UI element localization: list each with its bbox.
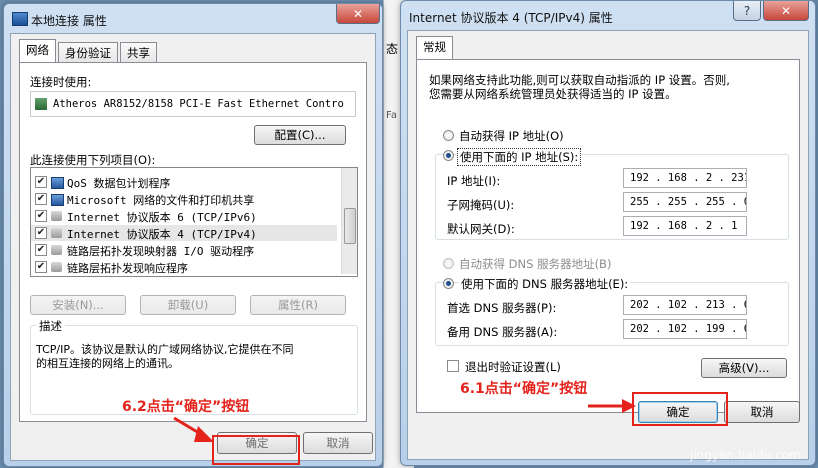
right-tab-strip: 常规 bbox=[416, 36, 455, 59]
tab-authentication[interactable]: 身份验证 bbox=[58, 42, 118, 62]
description-title: 描述 bbox=[36, 318, 65, 334]
network-component-icon bbox=[51, 194, 64, 206]
scrollbar-thumb[interactable] bbox=[344, 208, 356, 244]
item-checkbox[interactable]: ✔ bbox=[35, 244, 47, 256]
tab-general[interactable]: 常规 bbox=[416, 36, 453, 59]
network-tab-panel: 连接时使用: Atheros AR8152/8158 PCI-E Fast Et… bbox=[19, 62, 367, 422]
item-checkbox[interactable]: ✔ bbox=[35, 227, 47, 239]
install-button[interactable]: 安装(N)... bbox=[30, 295, 126, 315]
help-button[interactable]: ? bbox=[733, 1, 761, 21]
ip-address-input[interactable]: 192 . 168 . 2 . 231 bbox=[623, 168, 747, 188]
alternate-dns-label: 备用 DNS 服务器(A): bbox=[447, 325, 558, 339]
close-icon: ✕ bbox=[352, 6, 364, 21]
watermark: jingyan.baidu.com bbox=[690, 448, 801, 462]
use-ip-radio[interactable] bbox=[443, 150, 454, 161]
item-checkbox[interactable]: ✔ bbox=[35, 210, 47, 222]
arrow-icon bbox=[173, 416, 214, 442]
adapter-name-field: Atheros AR8152/8158 PCI-E Fast Ethernet … bbox=[30, 91, 356, 117]
item-checkbox[interactable]: ✔ bbox=[35, 261, 47, 273]
uninstall-button[interactable]: 卸载(U) bbox=[140, 295, 236, 315]
item-checkbox[interactable]: ✔ bbox=[35, 193, 47, 205]
left-cancel-button[interactable]: 取消 bbox=[303, 432, 373, 454]
right-cancel-button[interactable]: 取消 bbox=[724, 401, 800, 423]
help-icon: ? bbox=[743, 3, 751, 18]
validate-on-exit-label: 退出时验证设置(L) bbox=[465, 360, 561, 374]
properties-button[interactable]: 属性(R) bbox=[250, 295, 346, 315]
right-window-title: Internet 协议版本 4 (TCP/IPv4) 属性 bbox=[409, 11, 613, 25]
subnet-mask-label: 子网掩码(U): bbox=[447, 198, 515, 212]
tab-network[interactable]: 网络 bbox=[19, 39, 56, 62]
right-close-button[interactable]: ✕ bbox=[763, 1, 809, 21]
use-dns-radio[interactable] bbox=[443, 278, 454, 289]
use-dns-label: 使用下面的 DNS 服务器地址(E): bbox=[459, 276, 631, 292]
default-gateway-input[interactable]: 192 . 168 . 2 . 1 bbox=[623, 216, 747, 236]
network-icon bbox=[12, 12, 28, 26]
network-component-icon bbox=[51, 177, 64, 189]
item-checkbox[interactable]: ✔ bbox=[35, 176, 47, 188]
list-item-label: 链路层拓扑发现映射器 I/O 驱动程序 bbox=[67, 245, 255, 258]
configure-button[interactable]: 配置(C)... bbox=[254, 125, 346, 145]
use-ip-label: 使用下面的 IP 地址(S): bbox=[457, 148, 582, 166]
protocol-icon bbox=[51, 228, 62, 238]
list-item[interactable]: ✔ 链路层拓扑发现响应程序 bbox=[31, 259, 337, 275]
left-titlebar: 本地连接 属性 ✕ bbox=[4, 4, 382, 34]
list-item[interactable]: ✔ QoS 数据包计划程序 bbox=[31, 174, 337, 190]
left-tab-strip: 网络 身份验证 共享 bbox=[19, 39, 159, 62]
advanced-button[interactable]: 高级(V)... bbox=[701, 358, 787, 378]
left-window-title: 本地连接 属性 bbox=[31, 14, 107, 28]
tab-sharing[interactable]: 共享 bbox=[120, 42, 157, 62]
auto-dns-label: 自动获得 DNS 服务器地址(B) bbox=[459, 257, 612, 271]
intro-line-2: 您需要从网络系统管理员处获得适当的 IP 设置。 bbox=[429, 87, 677, 101]
adapter-name: Atheros AR8152/8158 PCI-E Fast Ethernet … bbox=[53, 98, 344, 110]
validate-on-exit-checkbox[interactable] bbox=[447, 360, 459, 372]
close-icon: ✕ bbox=[780, 3, 792, 18]
alternate-dns-input[interactable]: 202 . 102 . 199 . 68 bbox=[623, 319, 747, 339]
preferred-dns-input[interactable]: 202 . 102 . 213 . 68 bbox=[623, 295, 747, 315]
items-label: 此连接使用下列项目(O): bbox=[30, 153, 156, 167]
auto-ip-radio[interactable] bbox=[443, 130, 454, 141]
list-item-label: Internet 协议版本 4 (TCP/IPv4) bbox=[67, 228, 257, 241]
list-item-label: Internet 协议版本 6 (TCP/IPv6) bbox=[67, 211, 257, 224]
auto-ip-label: 自动获得 IP 地址(O) bbox=[459, 129, 564, 143]
protocol-icon bbox=[51, 245, 62, 255]
items-list: ✔ QoS 数据包计划程序 ✔ Microsoft 网络的文件和打印机共享 ✔ Inter… bbox=[30, 167, 358, 277]
list-item[interactable]: ✔ Internet 协议版本 4 (TCP/IPv4) bbox=[31, 225, 337, 241]
connect-using-label: 连接时使用: bbox=[30, 75, 92, 89]
adapter-icon bbox=[35, 98, 47, 110]
left-ok-highlight bbox=[212, 435, 300, 465]
preferred-dns-label: 首选 DNS 服务器(P): bbox=[447, 301, 557, 315]
protocol-icon bbox=[51, 211, 62, 221]
subnet-mask-input[interactable]: 255 . 255 . 255 . 0 bbox=[623, 192, 747, 212]
right-step-annotation: 6.1点击“确定”按钮 bbox=[460, 381, 588, 397]
ip-address-label: IP 地址(I): bbox=[447, 174, 501, 188]
list-item-label: 链路层拓扑发现响应程序 bbox=[67, 262, 188, 275]
protocol-icon bbox=[51, 262, 62, 272]
background-text-1: 态 bbox=[386, 42, 399, 56]
description-text-line-2: 的相互连接的网络上的通讯。 bbox=[36, 357, 179, 370]
left-close-button[interactable]: ✕ bbox=[336, 4, 380, 24]
list-item-label: Microsoft 网络的文件和打印机共享 bbox=[67, 194, 255, 207]
default-gateway-label: 默认网关(D): bbox=[447, 222, 515, 236]
arrow-icon bbox=[588, 399, 636, 413]
general-tab-panel: 如果网络支持此功能,则可以获取自动指派的 IP 设置。否则, 您需要从网络系统管… bbox=[416, 59, 800, 413]
list-item[interactable]: ✔ Internet 协议版本 6 (TCP/IPv6) bbox=[31, 208, 337, 224]
list-scrollbar[interactable] bbox=[341, 168, 357, 274]
background-text-2: Fa bbox=[386, 110, 397, 121]
right-ok-highlight bbox=[632, 392, 728, 426]
list-item[interactable]: ✔ 链路层拓扑发现映射器 I/O 驱动程序 bbox=[31, 242, 337, 258]
list-item-label: QoS 数据包计划程序 bbox=[67, 177, 171, 190]
right-titlebar: Internet 协议版本 4 (TCP/IPv4) 属性 ? ✕ bbox=[401, 1, 815, 31]
auto-dns-radio[interactable] bbox=[443, 258, 454, 269]
list-item[interactable]: ✔ Microsoft 网络的文件和打印机共享 bbox=[31, 191, 337, 207]
